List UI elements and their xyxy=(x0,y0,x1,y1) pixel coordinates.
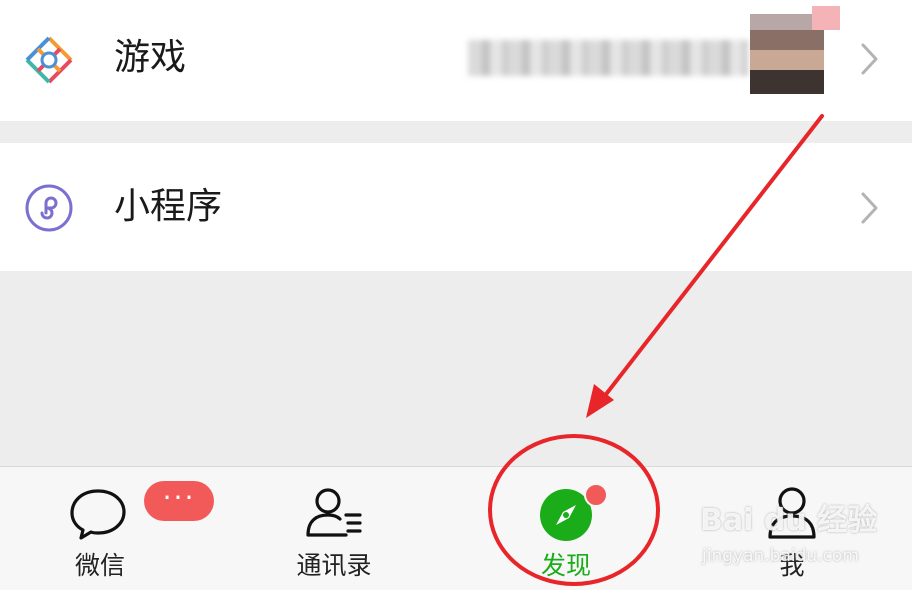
tab-discover-label: 发现 xyxy=(540,551,591,580)
chevron-right-icon xyxy=(860,191,880,229)
annotation-arrow-head xyxy=(586,384,614,418)
mini-program-icon xyxy=(24,183,74,237)
blurred-text xyxy=(468,40,748,76)
chat-icon xyxy=(70,489,126,540)
tab-chat-label: 微信 xyxy=(74,551,125,580)
mini-programs-label: 小程序 xyxy=(114,186,223,227)
discover-dot-badge xyxy=(584,483,608,507)
tab-discover[interactable]: 发现 xyxy=(496,467,636,590)
tab-contacts-label: 通讯录 xyxy=(296,551,372,580)
chevron-right-icon xyxy=(860,42,880,80)
games-label: 游戏 xyxy=(114,37,187,78)
watermark-brand: Bai du 经验 xyxy=(700,503,878,538)
mini-programs-row[interactable]: 小程序 xyxy=(0,143,912,271)
tab-chat[interactable]: ··· 微信 xyxy=(30,467,214,590)
games-row[interactable]: 游戏 xyxy=(0,0,912,121)
contacts-icon xyxy=(306,488,362,537)
games-icon xyxy=(24,35,74,89)
unread-badge: ··· xyxy=(144,481,214,521)
watermark-url: jingyan.baidu.com xyxy=(702,546,859,566)
tab-contacts[interactable]: 通讯录 xyxy=(264,467,404,590)
avatar-badge xyxy=(812,6,840,30)
